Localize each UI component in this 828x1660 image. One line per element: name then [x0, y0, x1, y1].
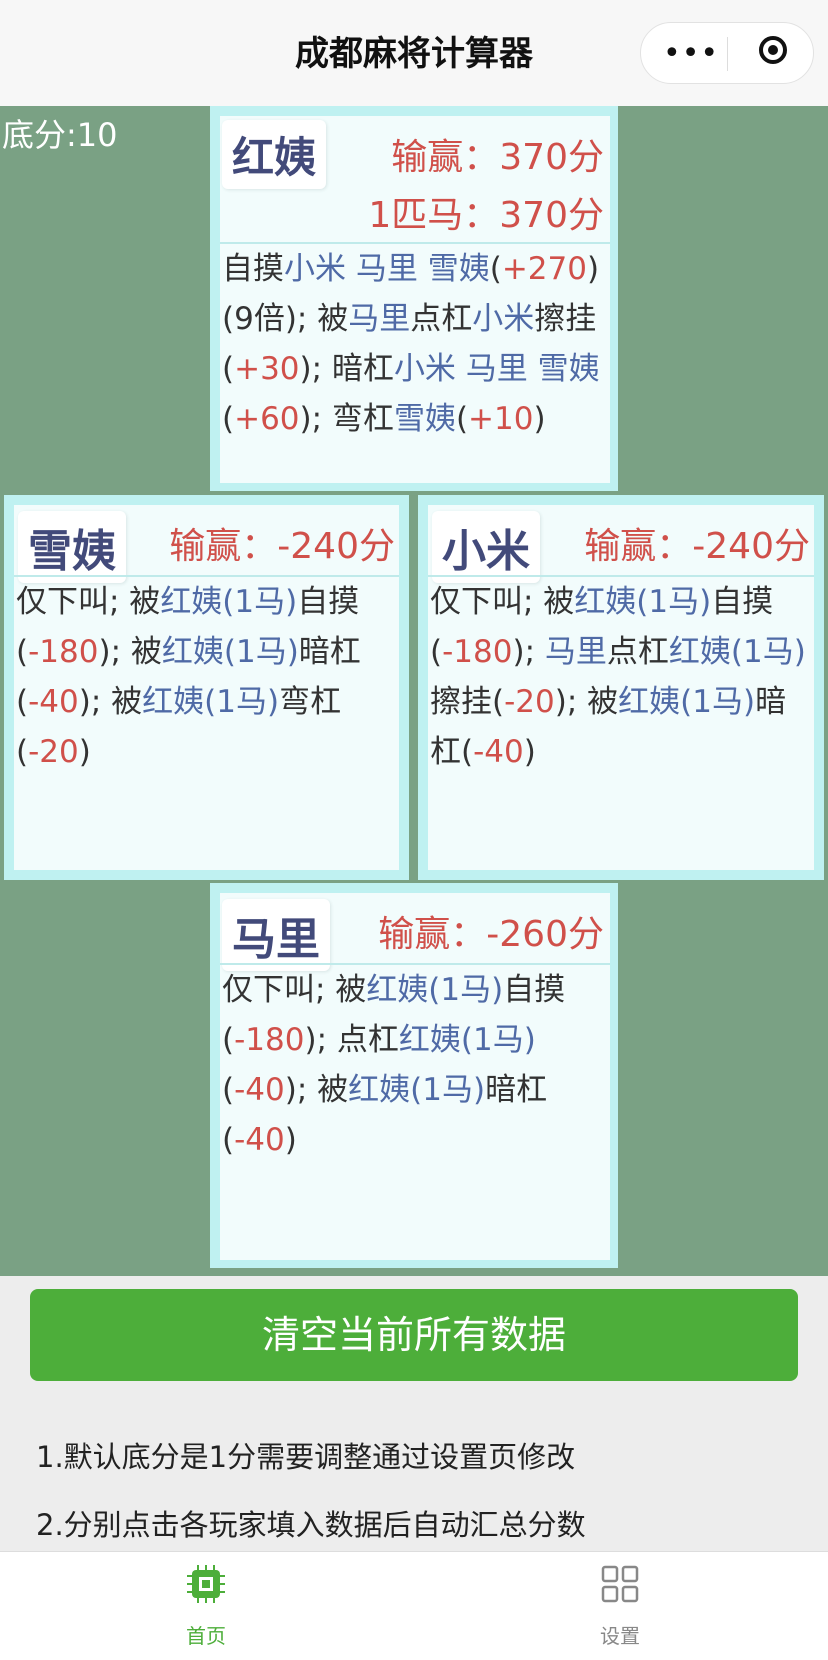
more-icon[interactable]: •••: [663, 36, 719, 71]
player-card-right[interactable]: 小米 输赢：-240分 仅下叫; 被红姨(1马)自摸(-180); 马里点杠红姨…: [418, 495, 824, 880]
tip-line: 2.分别点击各玩家填入数据后自动汇总分数: [36, 1508, 586, 1542]
win-label: 输赢：: [391, 137, 500, 178]
score-details: 仅下叫; 被红姨(1马)自摸(-180); 马里点杠红姨(1马)擦挂(-20);…: [430, 584, 806, 770]
player-card-body: 红姨 输赢：370分 1匹马：370分 自摸小米 马里 雪姨(+270)(9倍)…: [220, 116, 610, 483]
win-label: 输赢：: [169, 526, 278, 567]
win-label: 输赢：: [584, 526, 693, 567]
player-card-bottom[interactable]: 马里 输赢：-260分 仅下叫; 被红姨(1马)自摸(-180); 点杠红姨(1…: [210, 883, 618, 1268]
tab-settings[interactable]: 设置: [520, 1552, 720, 1660]
player-card-top[interactable]: 红姨 输赢：370分 1匹马：370分 自摸小米 马里 雪姨(+270)(9倍)…: [210, 106, 618, 491]
horse-score: 1匹马：370分: [368, 186, 604, 238]
player-name: 红姨: [222, 120, 327, 189]
player-name: 小米: [432, 511, 540, 583]
tab-settings-label: 设置: [600, 1624, 640, 1648]
base-score-label: 底分:10: [2, 116, 118, 154]
tab-bar: 首页 设置: [0, 1551, 828, 1660]
tab-home[interactable]: 首页: [106, 1552, 306, 1660]
horse-value: 370分: [499, 195, 604, 236]
tab-home-label: 首页: [186, 1624, 226, 1648]
win-loss: 输赢：-240分: [169, 517, 395, 569]
player-card-body: 小米 输赢：-240分 仅下叫; 被红姨(1马)自摸(-180); 马里点杠红姨…: [428, 505, 814, 870]
horse-label: 1匹马：: [368, 195, 500, 236]
win-value: -240分: [277, 526, 395, 567]
close-icon[interactable]: [759, 36, 787, 64]
player-card-body: 雪姨 输赢：-240分 仅下叫; 被红姨(1马)自摸(-180); 被红姨(1马…: [14, 505, 399, 870]
player-name: 马里: [222, 899, 330, 971]
win-value: 370分: [499, 137, 604, 178]
tip-line: 1.默认底分是1分需要调整通过设置页修改: [36, 1440, 576, 1474]
nav-bar: 成都麻将计算器 •••: [0, 0, 828, 106]
player-card-left[interactable]: 雪姨 输赢：-240分 仅下叫; 被红姨(1马)自摸(-180); 被红姨(1马…: [4, 495, 409, 880]
capsule-divider: [727, 37, 728, 71]
win-loss: 输赢：-240分: [584, 517, 810, 569]
clear-all-data-button[interactable]: 清空当前所有数据: [30, 1289, 798, 1381]
win-label: 输赢：: [378, 914, 487, 955]
score-details: 自摸小米 马里 雪姨(+270)(9倍); 被马里点杠小米擦挂(+30); 暗杠…: [222, 251, 600, 437]
win-loss: 输赢：-260分: [378, 905, 604, 957]
player-name: 雪姨: [18, 511, 126, 583]
chip-icon: [187, 1565, 225, 1603]
win-loss: 输赢：370分: [391, 128, 604, 180]
win-value: -260分: [486, 914, 604, 955]
score-details: 仅下叫; 被红姨(1马)自摸(-180); 点杠红姨(1马)(-40); 被红姨…: [222, 972, 566, 1158]
grid-icon: [601, 1565, 639, 1603]
player-card-body: 马里 输赢：-260分 仅下叫; 被红姨(1马)自摸(-180); 点杠红姨(1…: [220, 893, 610, 1260]
score-details: 仅下叫; 被红姨(1马)自摸(-180); 被红姨(1马)暗杠(-40); 被红…: [16, 584, 361, 770]
mini-program-capsule: •••: [640, 22, 814, 84]
win-value: -240分: [692, 526, 810, 567]
